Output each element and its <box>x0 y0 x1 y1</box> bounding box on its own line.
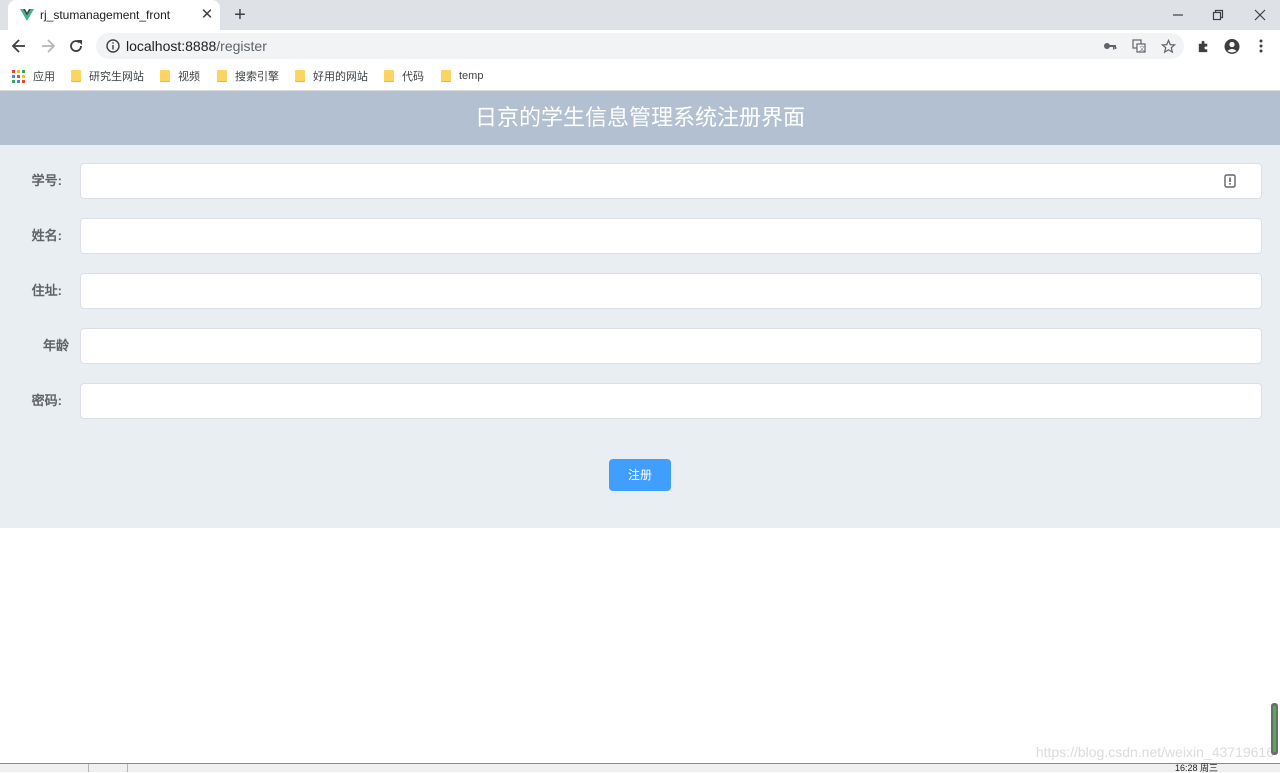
close-window-icon[interactable] <box>1240 0 1280 30</box>
forward-icon[interactable] <box>36 34 60 58</box>
register-form: 学号: 姓名: 住址: 年龄 密码: 注册 <box>0 145 1280 528</box>
key-icon[interactable] <box>1102 38 1118 54</box>
form-row-name: 姓名: <box>0 218 1280 254</box>
apps-icon <box>12 69 25 83</box>
browser-tab-strip: rj_stumanagement_front ✕ + <box>0 0 1280 30</box>
bookmark-folder[interactable]: temp <box>441 68 483 84</box>
password-manager-icon[interactable] <box>1223 173 1237 189</box>
bookmarks-bar: 应用 研究生网站 视频 搜索引擎 好用的网站 代码 temp <box>0 62 1280 91</box>
taskbar-clock: 16:28 周三 <box>1175 763 1219 773</box>
bookmark-label: 研究生网站 <box>89 71 144 83</box>
age-input[interactable] <box>80 328 1262 364</box>
url-path: /register <box>216 38 267 54</box>
minimize-icon[interactable] <box>1158 0 1198 30</box>
bookmark-folder[interactable]: 搜索引擎 <box>217 68 279 84</box>
side-gauge <box>1271 703 1278 755</box>
folder-icon <box>71 70 81 82</box>
bookmark-folder[interactable]: 代码 <box>384 68 424 84</box>
bookmark-star-icon[interactable] <box>1160 38 1176 54</box>
page-header: 日京的学生信息管理系统注册界面 <box>0 91 1280 145</box>
svg-text:文: 文 <box>1139 45 1145 53</box>
bookmark-folder[interactable]: 研究生网站 <box>71 68 144 84</box>
bookmark-apps[interactable]: 应用 <box>12 68 55 84</box>
bookmark-folder[interactable]: 视频 <box>160 68 200 84</box>
bookmark-label: 搜索引擎 <box>235 71 279 83</box>
page-title: 日京的学生信息管理系统注册界面 <box>474 105 805 130</box>
password-label: 密码: <box>31 393 62 408</box>
browser-toolbar: localhost:8888/register 文 <box>0 30 1280 62</box>
age-label: 年龄 <box>42 338 69 353</box>
folder-icon <box>295 70 305 82</box>
student-id-input[interactable] <box>80 163 1262 199</box>
url-host: localhost:8888 <box>126 38 217 54</box>
password-input[interactable] <box>80 383 1262 419</box>
extensions-icon[interactable] <box>1195 38 1211 54</box>
back-icon[interactable] <box>7 34 31 58</box>
folder-icon <box>441 70 451 82</box>
vue-logo-icon <box>20 9 34 21</box>
bookmark-folder[interactable]: 好用的网站 <box>295 68 368 84</box>
bookmark-label: 好用的网站 <box>313 71 368 83</box>
profile-avatar-icon[interactable] <box>1224 38 1240 54</box>
student-id-label: 学号: <box>31 173 62 188</box>
new-tab-icon[interactable]: + <box>229 4 251 26</box>
form-row-student-id: 学号: <box>0 163 1280 199</box>
folder-icon <box>384 70 394 82</box>
form-row-address: 住址: <box>0 273 1280 309</box>
form-row-password: 密码: <box>0 383 1280 419</box>
watermark-text: https://blog.csdn.net/weixin_43719616 <box>1035 744 1274 760</box>
address-label: 住址: <box>31 283 62 298</box>
bookmark-label: 视频 <box>178 71 200 83</box>
site-info-icon[interactable] <box>105 38 121 54</box>
name-label: 姓名: <box>31 228 62 243</box>
tab-title: rj_stumanagement_front <box>40 8 171 22</box>
name-input[interactable] <box>80 218 1262 254</box>
url-text: localhost:8888/register <box>126 38 267 54</box>
address-input[interactable] <box>80 273 1262 309</box>
folder-icon <box>217 70 227 82</box>
register-button[interactable]: 注册 <box>609 459 671 491</box>
address-bar[interactable]: localhost:8888/register 文 <box>96 33 1184 59</box>
menu-kebab-icon[interactable] <box>1253 38 1269 54</box>
bookmark-label: temp <box>459 70 484 82</box>
restore-icon[interactable] <box>1198 0 1238 30</box>
bookmark-label: 代码 <box>402 71 424 83</box>
folder-icon <box>160 70 170 82</box>
browser-tab[interactable]: rj_stumanagement_front ✕ <box>8 0 220 30</box>
reload-icon[interactable] <box>64 34 88 58</box>
bookmark-label: 应用 <box>33 71 55 83</box>
translate-icon[interactable]: 文 <box>1131 38 1147 54</box>
form-row-age: 年龄 <box>0 328 1280 364</box>
tab-close-icon[interactable]: ✕ <box>198 6 216 24</box>
